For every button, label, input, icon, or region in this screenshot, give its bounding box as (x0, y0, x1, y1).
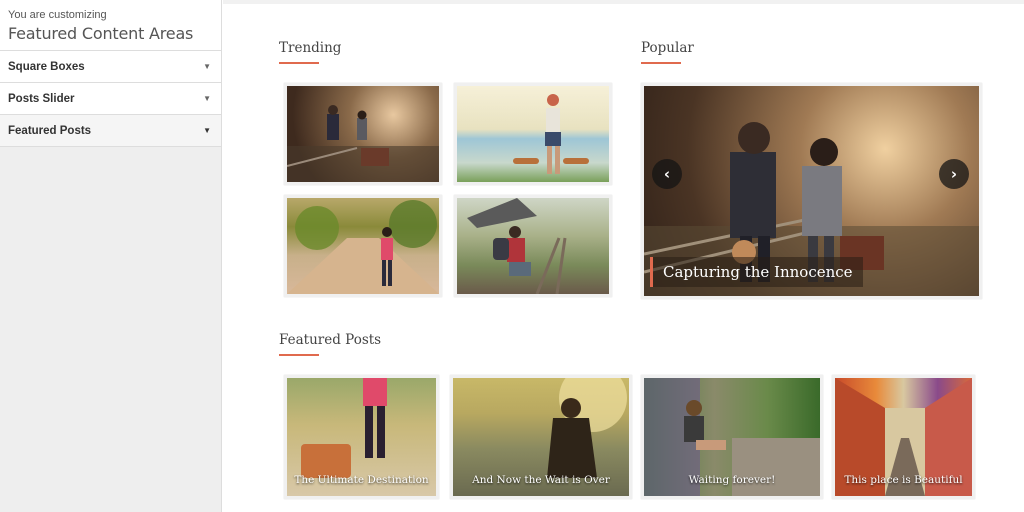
featured-post-title: The Ultimate Destination (294, 474, 429, 486)
featured-post-2[interactable]: And Now the Wait is Over (450, 375, 632, 499)
featured-post-4[interactable]: This place is Beautiful (832, 375, 975, 499)
trending-heading-text: Trending (279, 40, 342, 56)
triangle-down-icon: ▼ (203, 62, 211, 71)
triangle-down-icon: ▼ (203, 126, 211, 135)
section-label: Featured Posts (8, 124, 92, 137)
trending-thumb-3[interactable] (284, 195, 442, 297)
featured-post-title: Waiting forever! (688, 474, 776, 486)
popular-heading: Popular (641, 40, 694, 64)
featured-heading-text: Featured Posts (279, 332, 382, 348)
triangle-down-icon: ▼ (203, 94, 211, 103)
featured-posts-heading: Featured Posts (279, 332, 382, 356)
customizing-label: You are customizing (8, 9, 107, 21)
slider-caption-text: Capturing the Innocence (663, 263, 853, 281)
featured-post-3[interactable]: Waiting forever! (641, 375, 823, 499)
section-square-boxes[interactable]: Square Boxes ▼ (0, 51, 221, 83)
chevron-left-icon[interactable]: ‹ (652, 159, 682, 189)
section-posts-slider[interactable]: Posts Slider ▼ (0, 83, 221, 115)
trending-thumb-4[interactable] (454, 195, 612, 297)
section-label: Posts Slider (8, 92, 75, 105)
heading-underline (279, 354, 319, 356)
customizing-title: Featured Content Areas (8, 24, 194, 43)
site-preview: Trending Popular ‹ › Capturing the Innoc… (223, 0, 1024, 512)
woman-walking-image (287, 200, 439, 294)
preview-top-bar (223, 0, 1024, 4)
chevron-right-icon[interactable]: › (939, 159, 969, 189)
children-on-tracks-image (287, 105, 439, 182)
customizer-sidebar: You are customizing Featured Content Are… (0, 0, 222, 512)
skateboard-girl-image (513, 94, 589, 174)
customizer-header: You are customizing Featured Content Are… (0, 0, 221, 51)
popular-heading-text: Popular (641, 40, 694, 56)
featured-post-1[interactable]: The Ultimate Destination (284, 375, 439, 499)
trending-thumb-2[interactable] (454, 83, 612, 185)
trending-thumb-1[interactable] (284, 83, 442, 185)
section-featured-posts[interactable]: Featured Posts ▼ (0, 115, 221, 147)
section-label: Square Boxes (8, 60, 85, 73)
backpacker-on-tracks-image (467, 198, 567, 294)
trending-heading: Trending (279, 40, 342, 64)
slider-caption[interactable]: Capturing the Innocence (650, 257, 863, 287)
featured-post-title: This place is Beautiful (844, 474, 963, 486)
featured-post-title: And Now the Wait is Over (472, 474, 610, 486)
heading-underline (641, 62, 681, 64)
heading-underline (279, 62, 319, 64)
popular-slider[interactable]: ‹ › Capturing the Innocence (641, 83, 982, 299)
